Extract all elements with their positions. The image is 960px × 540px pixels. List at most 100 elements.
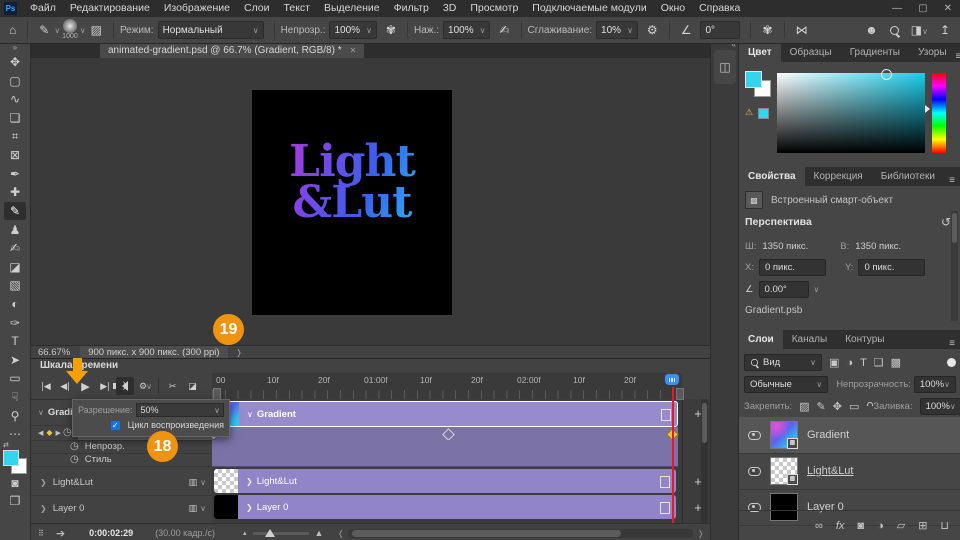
adjustment-layer-icon[interactable]: ◑ (877, 520, 884, 532)
timeline-zoom-slider[interactable] (253, 532, 309, 535)
keyframe-row-perspective[interactable] (212, 427, 678, 441)
zoom-out-timeline-icon[interactable]: ▴ (243, 529, 247, 537)
menu-3d[interactable]: 3D (436, 0, 463, 17)
delete-layer-icon[interactable]: ⊔ (940, 519, 949, 532)
screen-mode-icon[interactable]: ❐ (4, 492, 26, 511)
brush-tool[interactable]: ✎ (4, 202, 26, 221)
timeline-layer-layer0[interactable]: ❯ Layer 0 ▥∨ (30, 495, 212, 521)
keyframe-row-style[interactable] (212, 453, 678, 467)
timeline-prop-style[interactable]: ◷ Стиль (30, 453, 212, 467)
stopwatch-icon[interactable]: ◷ (63, 427, 72, 438)
zoom-tool[interactable]: ⚲ (4, 406, 26, 425)
transition-button[interactable]: ◪ (183, 377, 201, 395)
share-icon[interactable]: ↥ (940, 23, 950, 37)
menu-file[interactable]: Файл (23, 0, 63, 17)
timeline-horizontal-scrollbar[interactable] (348, 529, 693, 538)
new-group-icon[interactable]: ▱ (897, 519, 905, 532)
close-icon[interactable]: ✕ (944, 3, 952, 14)
y-input[interactable]: 0 пикс. (858, 259, 925, 276)
hue-slider[interactable] (932, 73, 946, 153)
lock-artboard-icon[interactable]: ▭ (849, 400, 859, 413)
layer-filter-select[interactable]: Вид ∨ (744, 354, 822, 371)
go-to-first-frame-button[interactable]: ∣◀ (36, 377, 54, 395)
minimize-icon[interactable]: — (892, 3, 902, 14)
brush-preset-chevron-icon[interactable]: ∨ (54, 26, 60, 35)
properties-scrollbar[interactable] (951, 211, 958, 321)
flow-select[interactable]: 100% ∨ (443, 21, 490, 39)
menu-plugins[interactable]: Подключаемые модули (525, 0, 653, 17)
menu-layers[interactable]: Слои (237, 0, 277, 17)
filter-toggle-icon[interactable] (947, 358, 956, 367)
panel-menu-icon[interactable]: ≡ (949, 175, 955, 186)
timeline-vertical-scrollbar[interactable] (701, 399, 708, 523)
search-icon[interactable] (890, 26, 899, 35)
visibility-eye-icon[interactable] (748, 431, 761, 440)
link-layers-icon[interactable]: ∞ (815, 520, 823, 532)
document-tab[interactable]: animated-gradient.psd @ 66.7% (Gradient,… (100, 43, 364, 58)
gradient-tool[interactable]: ▧ (4, 276, 26, 295)
layer-style-icon[interactable]: fx (836, 520, 845, 532)
visibility-eye-icon[interactable] (748, 467, 761, 476)
opacity-select[interactable]: 100% ∨ (329, 21, 376, 39)
collapsed-panel-icon[interactable]: ◫ (714, 50, 736, 84)
filter-type-layers-icon[interactable]: T (860, 357, 867, 369)
tab-adjustments[interactable]: Коррекция (805, 167, 872, 186)
smoothing-select[interactable]: 10% ∨ (596, 21, 638, 39)
timeline-ruler[interactable]: 00 10f 20f 01:00f 10f 20f 02:00f 10f 20f (212, 373, 682, 400)
height-value[interactable]: 1350 пикс. (855, 241, 901, 252)
crop-tool[interactable]: ⌗ (4, 127, 26, 146)
pen-pressure-icon[interactable]: ✍ (494, 23, 514, 37)
home-icon[interactable]: ⌂ (4, 23, 21, 37)
account-icon[interactable]: ☻ (865, 23, 878, 37)
hand-tool[interactable]: ☟ (4, 388, 26, 407)
zoom-level[interactable]: 66.67% (38, 347, 70, 358)
timeline-layer-lightlut[interactable]: ❯ Light&Lut ▥∨ (30, 469, 212, 496)
color-picker-ring[interactable] (881, 69, 892, 80)
airbrush-icon[interactable]: ✾ (757, 23, 777, 37)
prev-keyframe-icon[interactable]: ◀ (38, 429, 43, 437)
shape-tool[interactable]: ▭ (4, 369, 26, 388)
type-tool[interactable]: T (4, 332, 26, 351)
zoom-in-timeline-icon[interactable]: ▲ (315, 528, 324, 538)
hue-slider-arrow-icon[interactable] (925, 105, 930, 113)
stopwatch-icon[interactable]: ◷ (70, 441, 79, 452)
menu-view[interactable]: Просмотр (463, 0, 525, 17)
tab-properties[interactable]: Свойства (739, 167, 805, 186)
next-keyframe-icon[interactable]: ▶ (56, 429, 61, 437)
angle-input[interactable]: 0.00° (759, 281, 809, 298)
menu-window[interactable]: Окно (654, 0, 692, 17)
chevron-down-icon[interactable]: ∨ (200, 504, 206, 513)
blend-mode-select[interactable]: Нормальный ∨ (158, 21, 264, 39)
eyedropper-tool[interactable]: ✒ (4, 165, 26, 184)
menu-help[interactable]: Справка (692, 0, 747, 17)
toolbar-expand-icon[interactable]: » (13, 43, 17, 53)
filter-adjustment-layers-icon[interactable]: ◑ (846, 357, 853, 369)
menu-filter[interactable]: Фильтр (387, 0, 436, 17)
new-layer-icon[interactable]: ⊞ (918, 519, 927, 532)
foreground-color-swatch[interactable] (3, 450, 19, 466)
color-swatches-widget[interactable]: ⇄ (3, 447, 27, 473)
playhead-handle[interactable] (665, 374, 679, 385)
fill-select[interactable]: 100%∨ (920, 398, 960, 415)
lock-transparent-pixels-icon[interactable]: ▨ (799, 400, 809, 413)
loop-playback-checkbox[interactable]: ✓ (111, 421, 120, 430)
layer-thumbnail[interactable]: ▩ (770, 457, 798, 485)
add-keyframe-icon[interactable]: ◆ (46, 428, 52, 437)
video-track-icon[interactable]: ▥ (189, 503, 198, 514)
chevron-down-icon[interactable]: ∨ (200, 478, 206, 487)
layer-name[interactable]: Gradient (807, 429, 849, 441)
stopwatch-icon[interactable]: ◷ (70, 454, 79, 465)
export-video-icon[interactable]: ➔ (56, 527, 65, 540)
gamut-warning-icon[interactable]: ⚠ (745, 107, 753, 118)
x-input[interactable]: 0 пикс. (759, 259, 826, 276)
clip-end-icon[interactable] (664, 476, 670, 488)
track-bar-lightlut[interactable]: ❯ Light&Lut (214, 469, 676, 493)
keyframe-row-opacity[interactable] (212, 440, 678, 454)
path-selection-tool[interactable]: ➤ (4, 351, 26, 370)
panel-menu-icon[interactable]: ≡ (949, 338, 955, 349)
tab-layers[interactable]: Слои (739, 330, 783, 349)
menu-type[interactable]: Текст (277, 0, 317, 17)
brush-tool-preset-icon[interactable]: ✎ (34, 23, 54, 37)
tab-libraries[interactable]: Библиотеки (872, 167, 944, 186)
resolution-select[interactable]: 50% ∨ (136, 403, 224, 417)
